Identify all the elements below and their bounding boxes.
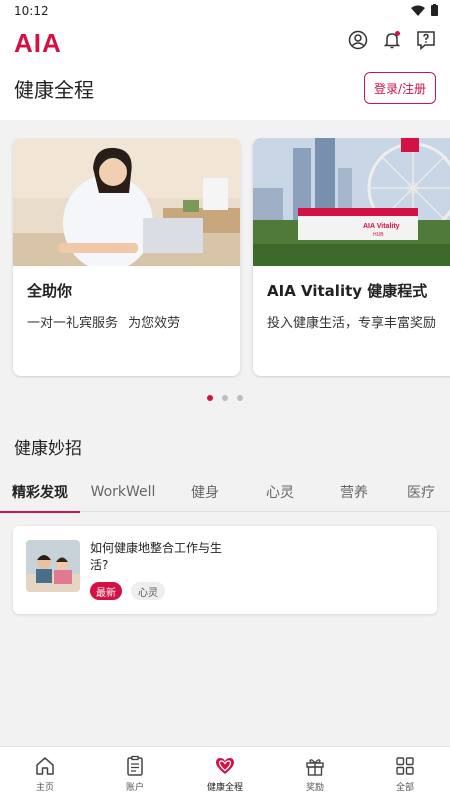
carousel-dot[interactable] — [237, 395, 243, 401]
nav-label: 账户 — [125, 783, 144, 793]
nav-label: 主页 — [35, 783, 54, 793]
tab-workwell[interactable]: WorkWell — [80, 472, 166, 512]
section-title: 健康妙招 — [14, 439, 82, 459]
carousel-dot-active[interactable] — [207, 395, 213, 401]
category-tabs: 精彩发现 WorkWell 健身 心灵 营养 医疗 — [0, 472, 450, 513]
battery-icon — [431, 4, 438, 16]
card-subtitle: 投入健康生活，专享丰富奖励 — [267, 316, 437, 331]
tab-nutrition[interactable]: 营养 — [316, 472, 392, 512]
page-title: 健康全程 — [14, 78, 94, 102]
nav-label: 健康全程 — [206, 783, 243, 793]
tab-mind[interactable]: 心灵 — [244, 472, 316, 512]
wifi-icon — [411, 5, 425, 16]
nav-all[interactable]: 全部 — [360, 747, 450, 800]
nav-health[interactable]: 健康全程 — [180, 747, 270, 800]
nav-home[interactable]: 主页 — [0, 747, 90, 800]
bell-icon[interactable] — [382, 30, 402, 50]
tab-medical[interactable]: 医疗 — [392, 472, 450, 512]
vitality-hub-photo: AIA Vitality HUB — [253, 138, 450, 266]
top-bar: AIA 健康全程 登录/注册 — [0, 22, 450, 120]
status-bar: 10:12 — [0, 0, 450, 22]
article-card[interactable]: 如何健康地整合工作与生活? 最新 心灵 — [13, 526, 437, 614]
aia-logo: AIA — [14, 28, 62, 58]
gift-icon — [306, 759, 324, 776]
promo-card-concierge[interactable]: 全助你 一对一礼宾服务 为您效劳 — [13, 138, 240, 376]
article-title: 如何健康地整合工作与生活? — [90, 541, 223, 572]
profile-icon[interactable] — [348, 30, 368, 50]
svg-text:AIA Vitality: AIA Vitality — [363, 223, 400, 230]
nav-account[interactable]: 账户 — [90, 747, 180, 800]
category-badge: 心灵 — [131, 582, 165, 600]
help-icon[interactable] — [416, 30, 436, 50]
nav-label: 奖励 — [305, 783, 324, 793]
document-icon — [127, 755, 143, 776]
card-subtitle: 一对一礼宾服务 为您效劳 — [27, 316, 181, 331]
card-title: 全助你 — [27, 282, 73, 300]
svg-text:HUB: HUB — [373, 232, 384, 238]
nav-rewards[interactable]: 奖励 — [270, 747, 360, 800]
carousel-dot[interactable] — [222, 395, 228, 401]
grid-icon — [396, 757, 414, 775]
tab-fitness[interactable]: 健身 — [166, 472, 244, 512]
nav-label: 全部 — [395, 783, 414, 793]
login-register-button[interactable]: 登录/注册 — [364, 72, 436, 104]
promo-card-vitality[interactable]: AIA Vitality HUB AIA Vitality 健康程式 投入健康生… — [253, 138, 450, 376]
home-icon — [36, 757, 54, 775]
bottom-navigation: 主页 账户 健康全程 奖励 全部 — [0, 746, 450, 800]
card-title: AIA Vitality 健康程式 — [267, 282, 428, 300]
heart-icon — [216, 758, 234, 774]
carousel-indicator — [0, 395, 450, 401]
article-thumbnail — [26, 540, 80, 592]
concierge-photo — [13, 138, 240, 266]
status-time: 10:12 — [14, 4, 49, 18]
promo-carousel[interactable]: 全助你 一对一礼宾服务 为您效劳 AIA Vitality HUB AIA Vi… — [0, 138, 450, 378]
tab-discover[interactable]: 精彩发现 — [0, 472, 80, 513]
new-badge: 最新 — [90, 582, 122, 600]
